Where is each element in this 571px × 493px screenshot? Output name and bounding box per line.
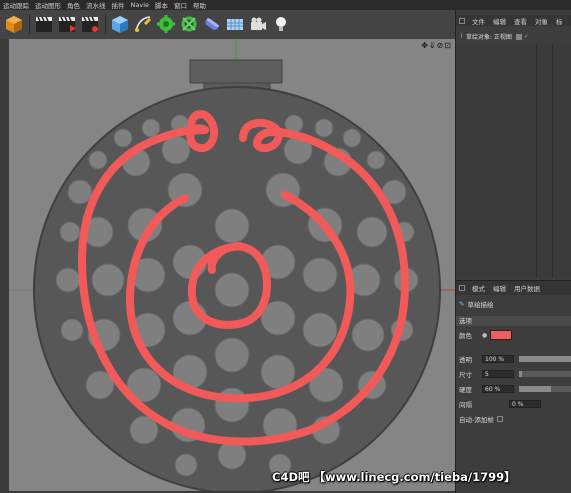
size-label: 尺寸 [459, 371, 472, 379]
capsule-icon[interactable] [202, 14, 222, 34]
tab-user-data[interactable]: 用户数据 [510, 283, 544, 293]
viewport-scene [9, 39, 455, 491]
sketch-object-icon: ⌇ [460, 33, 463, 40]
viewport[interactable]: ✥⇓⊘⊡ [9, 39, 455, 491]
spacing-property: 间隔 0 % [459, 399, 571, 409]
hardness-slider[interactable] [519, 386, 571, 392]
opacity-slider[interactable] [519, 356, 571, 362]
menu-item[interactable]: 运动跟踪 [0, 0, 32, 10]
gear-green-icon[interactable] [156, 14, 176, 34]
menu-item[interactable]: 角色 [64, 0, 83, 10]
menu-item[interactable]: 窗口 [171, 0, 190, 10]
tab-edit[interactable]: 编辑 [489, 283, 510, 293]
spacing-label: 间隔 [459, 401, 472, 409]
right-panel: 文件 编辑 查看 对象 标 ⌇ 草绘对象: 正视图 ✓ 模式 编辑 用户数据 ✎… [455, 10, 571, 493]
primitive-cube-icon[interactable] [110, 14, 130, 34]
tab-edit[interactable]: 编辑 [489, 16, 510, 26]
color-swatch[interactable] [490, 330, 513, 340]
color-label: 颜色 [459, 332, 472, 340]
object-row[interactable]: ⌇ 草绘对象: 正视图 ✓ [460, 31, 571, 42]
auto-add-frame-property: 自动-添加帧 [459, 414, 571, 424]
menu-item[interactable]: 插件 [109, 0, 128, 10]
spacing-field[interactable]: 0 % [509, 400, 541, 408]
color-property: 颜色 ● [459, 330, 571, 340]
menu-bar: 运动跟踪 运动图形 角色 流水线 插件 Navie 脚本 窗口 帮助 [0, 0, 571, 10]
attribute-manager-tabs: 模式 编辑 用户数据 [456, 280, 571, 295]
gear-deformer-icon[interactable] [179, 14, 199, 34]
size-field[interactable]: 5 [482, 370, 514, 378]
checkbox-icon[interactable] [459, 285, 465, 291]
hardness-field[interactable]: 60 % [482, 385, 514, 393]
left-edge-panel [0, 39, 9, 493]
tab-mode[interactable]: 模式 [468, 283, 489, 293]
watermark: C4D吧 【www.linecg.com/tieba/1799】 [272, 470, 516, 484]
opacity-field[interactable]: 100 % [482, 355, 514, 363]
toolbar [0, 10, 455, 40]
options-section-header[interactable]: 选项 [456, 316, 571, 326]
cube-icon[interactable] [4, 14, 24, 34]
sketch-tool-icon: ✎ [459, 299, 465, 308]
floor-plane-icon[interactable] [225, 14, 245, 34]
visibility-icon[interactable] [515, 33, 522, 40]
light-bulb-icon[interactable] [271, 14, 291, 34]
menu-item[interactable]: 运动图形 [32, 0, 64, 10]
film-clapper-settings-icon[interactable] [80, 14, 100, 34]
menu-item[interactable]: 流水线 [83, 0, 109, 10]
checkbox-icon[interactable] [459, 17, 465, 24]
hardness-property: 硬度 60 % [459, 384, 571, 394]
opacity-property: 透明 100 % [459, 354, 571, 364]
camera-icon[interactable] [248, 14, 268, 34]
check-icon[interactable]: ✓ [524, 33, 529, 40]
opacity-label: 透明 [459, 356, 472, 364]
film-clapper-icon[interactable] [34, 14, 54, 34]
attribute-title: ✎ 草绘描绘 [459, 298, 571, 309]
auto-add-frame-label: 自动-添加帧 [459, 416, 494, 424]
attribute-title-label: 草绘描绘 [467, 300, 494, 309]
object-list-area[interactable] [456, 44, 571, 278]
menu-item[interactable]: Navie [128, 1, 153, 9]
keyframe-dot-icon[interactable]: ● [482, 332, 487, 339]
menu-item[interactable]: 帮助 [190, 0, 209, 10]
size-property: 尺寸 5 [459, 369, 571, 379]
film-clapper-play-icon[interactable] [57, 14, 77, 34]
object-manager-tabs: 文件 编辑 查看 对象 标 [456, 15, 571, 26]
object-name[interactable]: 草绘对象: 正视图 [466, 32, 512, 41]
tab-tags[interactable]: 标 [552, 16, 567, 26]
tab-file[interactable]: 文件 [468, 16, 489, 26]
viewport-nav-controls[interactable]: ✥⇓⊘⊡ [421, 41, 452, 50]
auto-add-frame-checkbox[interactable] [496, 416, 503, 422]
pen-spline-icon[interactable] [133, 14, 153, 34]
size-slider[interactable] [519, 371, 571, 377]
menu-item[interactable]: 脚本 [152, 0, 171, 10]
tab-objects[interactable]: 对象 [531, 16, 552, 26]
cap-top [189, 59, 283, 84]
tab-view[interactable]: 查看 [510, 16, 531, 26]
hardness-label: 硬度 [459, 386, 472, 394]
